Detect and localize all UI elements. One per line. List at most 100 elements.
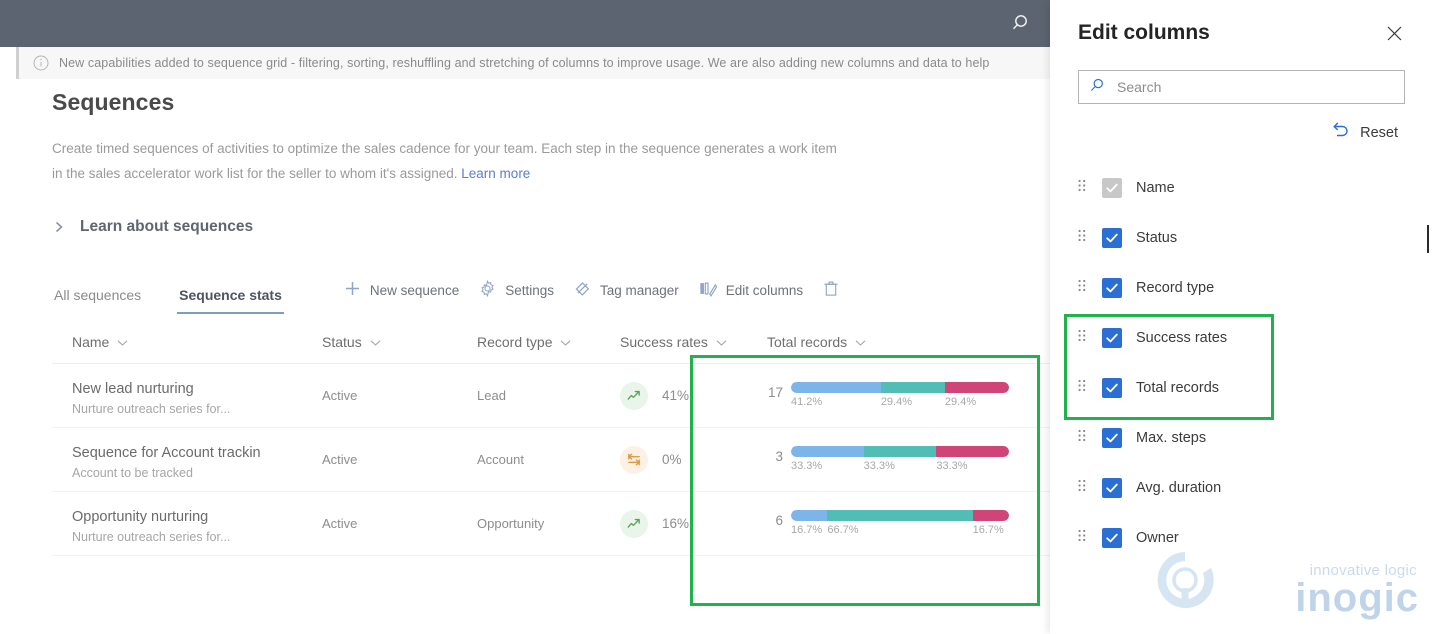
- notification-bar: New capabilities added to sequence grid …: [16, 47, 1050, 79]
- learn-more-link[interactable]: Learn more: [461, 166, 530, 181]
- success-rate-value: 0%: [662, 452, 682, 467]
- cell-success-rate: 0%: [612, 445, 767, 474]
- checkbox[interactable]: [1102, 528, 1122, 548]
- cell-name[interactable]: New lead nurturing Nurture outreach serie…: [52, 375, 322, 416]
- cell-total-records: 17 41.2% 29.4% 29.4%: [767, 379, 1032, 412]
- checkbox[interactable]: [1102, 228, 1122, 248]
- drag-handle-icon[interactable]: [1078, 279, 1088, 298]
- drag-handle-icon[interactable]: [1078, 329, 1088, 348]
- learn-about-sequences-label: Learn about sequences: [80, 218, 254, 235]
- panel-header: Edit columns: [1050, 0, 1433, 48]
- column-list-item-total-records[interactable]: Total records: [1050, 363, 1433, 413]
- column-list-item-status[interactable]: Status: [1050, 213, 1433, 263]
- chevron-down-icon: [370, 334, 381, 350]
- panel-title: Edit columns: [1078, 21, 1210, 44]
- notification-text: New capabilities added to sequence grid …: [59, 56, 990, 70]
- success-rate-value: 41%: [662, 388, 690, 403]
- checkbox[interactable]: [1102, 478, 1122, 498]
- chevron-down-icon: [560, 334, 571, 350]
- sequence-name: New lead nurturing: [72, 381, 194, 397]
- trend-flat-icon: [620, 445, 648, 474]
- panel-search-box[interactable]: [1078, 70, 1405, 104]
- plus-icon: [344, 280, 361, 300]
- cell-record-type: Opportunity: [477, 516, 612, 531]
- stacked-bar-chart: 41.2% 29.4% 29.4%: [791, 382, 1009, 412]
- close-icon[interactable]: [1379, 18, 1409, 48]
- column-list-item-name[interactable]: Name: [1050, 163, 1433, 213]
- cell-name[interactable]: Opportunity nurturing Nurture outreach se…: [52, 503, 322, 544]
- watermark-brand: inogic: [1295, 576, 1419, 620]
- column-header-success-rates-label: Success rates: [620, 333, 708, 350]
- table-row[interactable]: Opportunity nurturing Nurture outreach se…: [52, 492, 1050, 556]
- column-list-item-label: Avg. duration: [1136, 480, 1222, 496]
- column-list-item-record-type[interactable]: Record type: [1050, 263, 1433, 313]
- edit-columns-button[interactable]: Edit columns: [689, 276, 813, 304]
- delete-button[interactable]: [813, 276, 849, 304]
- edit-columns-label: Edit columns: [725, 282, 804, 298]
- drag-handle-icon[interactable]: [1078, 479, 1088, 498]
- column-header-name[interactable]: Name: [52, 334, 322, 350]
- chevron-down-icon: [855, 334, 866, 350]
- search-input[interactable]: [1115, 78, 1394, 96]
- cell-success-rate: 41%: [612, 381, 767, 410]
- tag-manager-label: Tag manager: [599, 282, 679, 298]
- column-list-item-max-steps[interactable]: Max. steps: [1050, 413, 1433, 463]
- new-sequence-label: New sequence: [369, 282, 460, 298]
- chevron-down-icon: [716, 334, 727, 350]
- drag-handle-icon[interactable]: [1078, 179, 1088, 198]
- bar-segment: [791, 510, 828, 521]
- settings-button[interactable]: Settings: [469, 276, 564, 304]
- cell-name[interactable]: Sequence for Account trackin Account to b…: [52, 439, 322, 480]
- checkbox[interactable]: [1102, 328, 1122, 348]
- tab-strip: All sequences Sequence stats New sequenc…: [52, 272, 1050, 314]
- learn-about-sequences-expander[interactable]: Learn about sequences: [52, 218, 1050, 236]
- app-area: New capabilities added to sequence grid …: [0, 0, 1050, 634]
- bar-segment: [972, 510, 1009, 521]
- bar-segment: [863, 446, 937, 457]
- column-list-item-label: Total records: [1136, 380, 1220, 396]
- cell-success-rate: 16%: [612, 509, 767, 538]
- search-icon[interactable]: [1010, 11, 1034, 35]
- new-sequence-button[interactable]: New sequence: [334, 276, 469, 304]
- cell-total-records: 3 33.3% 33.3% 33.3%: [767, 443, 1032, 476]
- bar-segment-label: 16.7%: [791, 524, 823, 536]
- edit-columns-panel: Edit columns Reset: [1050, 0, 1433, 634]
- column-header-status-label: Status: [322, 333, 362, 350]
- status-badge: Active: [322, 516, 358, 531]
- column-list-item-success-rates[interactable]: Success rates: [1050, 313, 1433, 363]
- column-header-success-rates[interactable]: Success rates: [612, 334, 767, 350]
- bar-segment-label: 41.2%: [791, 396, 823, 408]
- trend-up-icon: [620, 509, 648, 538]
- table-row[interactable]: Sequence for Account trackin Account to b…: [52, 428, 1050, 492]
- column-header-name-label: Name: [72, 333, 110, 350]
- sequence-stats-grid: Name Status Record type Success rates To…: [52, 320, 1050, 556]
- cell-status: Active: [322, 452, 477, 467]
- checkbox[interactable]: [1102, 428, 1122, 448]
- bar-segment-label: 33.3%: [863, 460, 895, 472]
- drag-handle-icon[interactable]: [1078, 229, 1088, 248]
- tab-sequence-stats[interactable]: Sequence stats: [177, 287, 284, 314]
- page-body: Sequences Create timed sequences of acti…: [0, 79, 1050, 634]
- tab-all-sequences[interactable]: All sequences: [52, 287, 143, 314]
- table-row[interactable]: New lead nurturing Nurture outreach serie…: [52, 364, 1050, 428]
- drag-handle-icon[interactable]: [1078, 429, 1088, 448]
- cell-record-type: Lead: [477, 388, 612, 403]
- stacked-bar-chart: 16.7% 66.7% 16.7%: [791, 510, 1009, 540]
- column-header-status[interactable]: Status: [322, 334, 477, 350]
- record-type-value: Lead: [477, 388, 506, 403]
- column-header-record-type[interactable]: Record type: [477, 334, 612, 350]
- column-list-item-label: Name: [1136, 180, 1175, 196]
- tag-manager-button[interactable]: Tag manager: [564, 276, 689, 304]
- checkbox[interactable]: [1102, 278, 1122, 298]
- bar-segment: [827, 510, 973, 521]
- checkbox: [1102, 178, 1122, 198]
- sequence-name: Opportunity nurturing: [72, 509, 209, 525]
- checkbox[interactable]: [1102, 378, 1122, 398]
- drag-handle-icon[interactable]: [1078, 529, 1088, 548]
- column-header-total-records[interactable]: Total records: [767, 334, 1032, 350]
- settings-label: Settings: [505, 282, 554, 298]
- drag-handle-icon[interactable]: [1078, 379, 1088, 398]
- column-list-item-avg-duration[interactable]: Avg. duration: [1050, 463, 1433, 513]
- bar-segment-label: 29.4%: [880, 396, 913, 408]
- reset-button[interactable]: Reset: [1050, 104, 1433, 144]
